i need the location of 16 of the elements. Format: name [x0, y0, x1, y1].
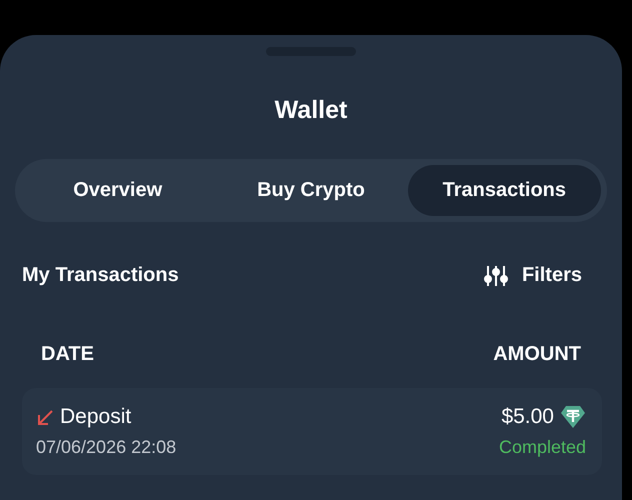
transaction-type: Deposit	[60, 405, 132, 429]
incoming-arrow-icon	[36, 408, 54, 426]
transaction-date: 07/06/2026 22:08	[36, 437, 176, 458]
transaction-card[interactable]: Deposit 07/06/2026 22:08 $5.00 Completed	[22, 388, 602, 475]
tab[interactable]: Transactions	[408, 165, 601, 216]
sheet-title: Wallet	[274, 96, 348, 125]
tab[interactable]: Overview	[21, 165, 214, 216]
transaction-status: Completed	[498, 437, 586, 458]
transaction-amount: $5.00	[501, 405, 554, 429]
sliders-icon	[484, 264, 508, 286]
tab[interactable]: Buy Crypto	[214, 165, 408, 216]
column-header: DATE	[41, 343, 94, 366]
section-title: My Transactions	[22, 264, 179, 287]
column-header: AMOUNT	[493, 343, 581, 366]
filters-button[interactable]: Filters	[484, 264, 582, 287]
coin-icon	[560, 405, 586, 429]
